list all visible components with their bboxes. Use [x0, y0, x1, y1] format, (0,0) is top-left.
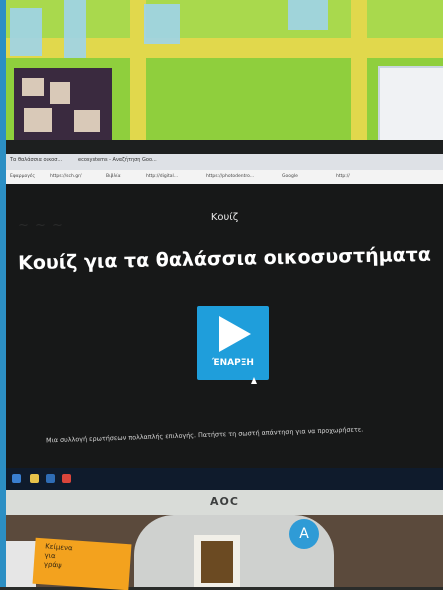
mouse-cursor-icon	[251, 377, 257, 384]
sticky-notes: Κείμενα για γράψ	[32, 537, 132, 590]
quiz-screen: ~ ~ ~ Κουίζ Κουίζ για τα θαλάσσια οικοσυ…	[6, 184, 443, 468]
board-picture	[50, 82, 70, 104]
tissue-box	[6, 541, 36, 587]
browser-tab-strip: Τα θαλάσσια οικοσ... ecosystems - Αναζήτ…	[6, 154, 443, 170]
religious-icon-card	[194, 535, 240, 587]
bookmark-item[interactable]: http://	[336, 174, 350, 179]
hanging-paper	[64, 0, 86, 58]
app-icon[interactable]	[46, 474, 55, 483]
start-button-label: ΈΝΑΡΞΗ	[212, 358, 254, 368]
quiz-title: Κουίζ για τα θαλάσσια οικοσυστήματα	[17, 243, 432, 275]
browser-icon[interactable]	[62, 474, 71, 483]
monitor: Τα θαλάσσια οικοσ... ecosystems - Αναζήτ…	[6, 140, 443, 515]
icon-image	[201, 541, 233, 583]
letter-badge: A	[289, 519, 319, 549]
note-text: Κείμενα για γράψ	[44, 542, 73, 571]
monitor-bezel: AOC	[6, 490, 443, 515]
start-button[interactable]: ΈΝΑΡΞΗ	[197, 306, 269, 380]
hanging-paper	[288, 0, 328, 30]
bookmarks-bar: Εφαρμογές https://sch.gr/ Βιβλία http://…	[6, 170, 443, 184]
bookmark-item[interactable]: Google	[282, 174, 298, 179]
board-picture	[74, 110, 100, 132]
browser-tab[interactable]: ecosystems - Αναζήτηση Goo...	[78, 157, 157, 163]
classroom-wall	[6, 0, 443, 150]
bookmark-item[interactable]: Εφαρμογές	[10, 174, 35, 179]
play-icon	[219, 316, 251, 352]
bookmark-item[interactable]: https://photodentro...	[206, 174, 254, 179]
browser-tab[interactable]: Τα θαλάσσια οικοσ...	[10, 157, 62, 163]
wall-pinboard	[14, 68, 112, 143]
windows-taskbar	[6, 468, 443, 490]
start-menu-icon[interactable]	[12, 474, 21, 483]
board-picture	[24, 108, 52, 132]
bookmark-item[interactable]: Βιβλία	[106, 174, 121, 179]
hanging-paper	[144, 4, 180, 44]
wall-poster	[378, 66, 443, 150]
quiz-label: Κουίζ	[210, 212, 239, 223]
board-picture	[22, 78, 44, 96]
note-line: γράψ	[43, 560, 62, 570]
hanging-paper	[10, 8, 42, 56]
bookmark-item[interactable]: http://digital...	[146, 174, 178, 179]
file-explorer-icon[interactable]	[30, 474, 39, 483]
wall-yellow-post-right	[351, 0, 367, 150]
desk: Κείμενα για γράψ A	[6, 515, 443, 590]
bookmark-item[interactable]: https://sch.gr/	[50, 174, 81, 179]
quiz-description: Μια συλλογή ερωτήσεων πολλαπλής επιλογής…	[45, 425, 364, 445]
monitor-brand-logo: AOC	[210, 495, 239, 508]
